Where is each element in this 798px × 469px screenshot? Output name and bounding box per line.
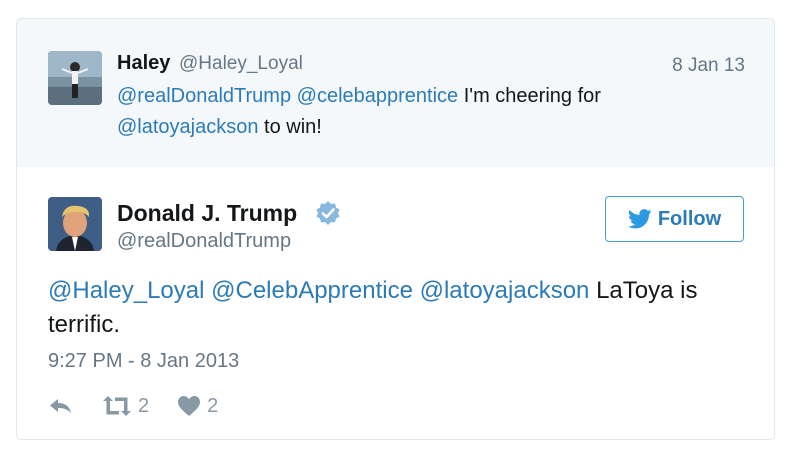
embedded-tweet-card: Haley @Haley_Loyal 8 Jan 13 @realDonaldT… [16,18,775,440]
like-button[interactable]: 2 [177,395,218,418]
author-name[interactable]: Donald J. Trump [117,200,297,227]
retweet-icon [103,396,131,416]
parent-author-handle[interactable]: @Haley_Loyal [179,53,303,75]
verified-badge-icon [316,201,340,225]
retweet-count: 2 [138,394,150,417]
like-count: 2 [207,394,219,417]
parent-tweet-date[interactable]: 8 Jan 13 [672,55,745,77]
parent-tweet[interactable]: Haley @Haley_Loyal 8 Jan 13 @realDonaldT… [17,19,774,167]
trump-avatar[interactable] [48,197,102,251]
parent-text-fragment: to win! [264,116,322,138]
mention-link[interactable]: @celebapprentice [297,85,459,107]
haley-avatar[interactable] [48,51,102,105]
twitter-bird-icon [627,209,652,229]
follow-label: Follow [657,207,722,230]
reply-icon [50,399,71,413]
mention-link[interactable]: @CelebApprentice [211,277,413,304]
tweet-timestamp[interactable]: 9:27 PM - 8 Jan 2013 [48,350,239,373]
mention-link[interactable]: @latoyajackson [117,116,258,138]
heart-icon [178,396,201,416]
retweet-button[interactable]: 2 [102,395,149,418]
parent-text-fragment: I'm cheering for [463,85,601,107]
author-handle[interactable]: @realDonaldTrump [117,230,291,253]
tweet-actions: 2 2 [48,394,246,418]
mention-link[interactable]: @Haley_Loyal [48,277,204,304]
tweet-text: @Haley_Loyal @CelebApprentice @latoyajac… [48,274,748,342]
reply-button[interactable] [48,396,74,416]
follow-button[interactable]: Follow [605,196,744,242]
parent-author-name[interactable]: Haley [117,52,170,75]
parent-tweet-text: @realDonaldTrump @celebapprentice I'm ch… [117,81,677,143]
mention-link[interactable]: @realDonaldTrump [117,85,291,107]
mention-link[interactable]: @latoyajackson [420,277,590,304]
